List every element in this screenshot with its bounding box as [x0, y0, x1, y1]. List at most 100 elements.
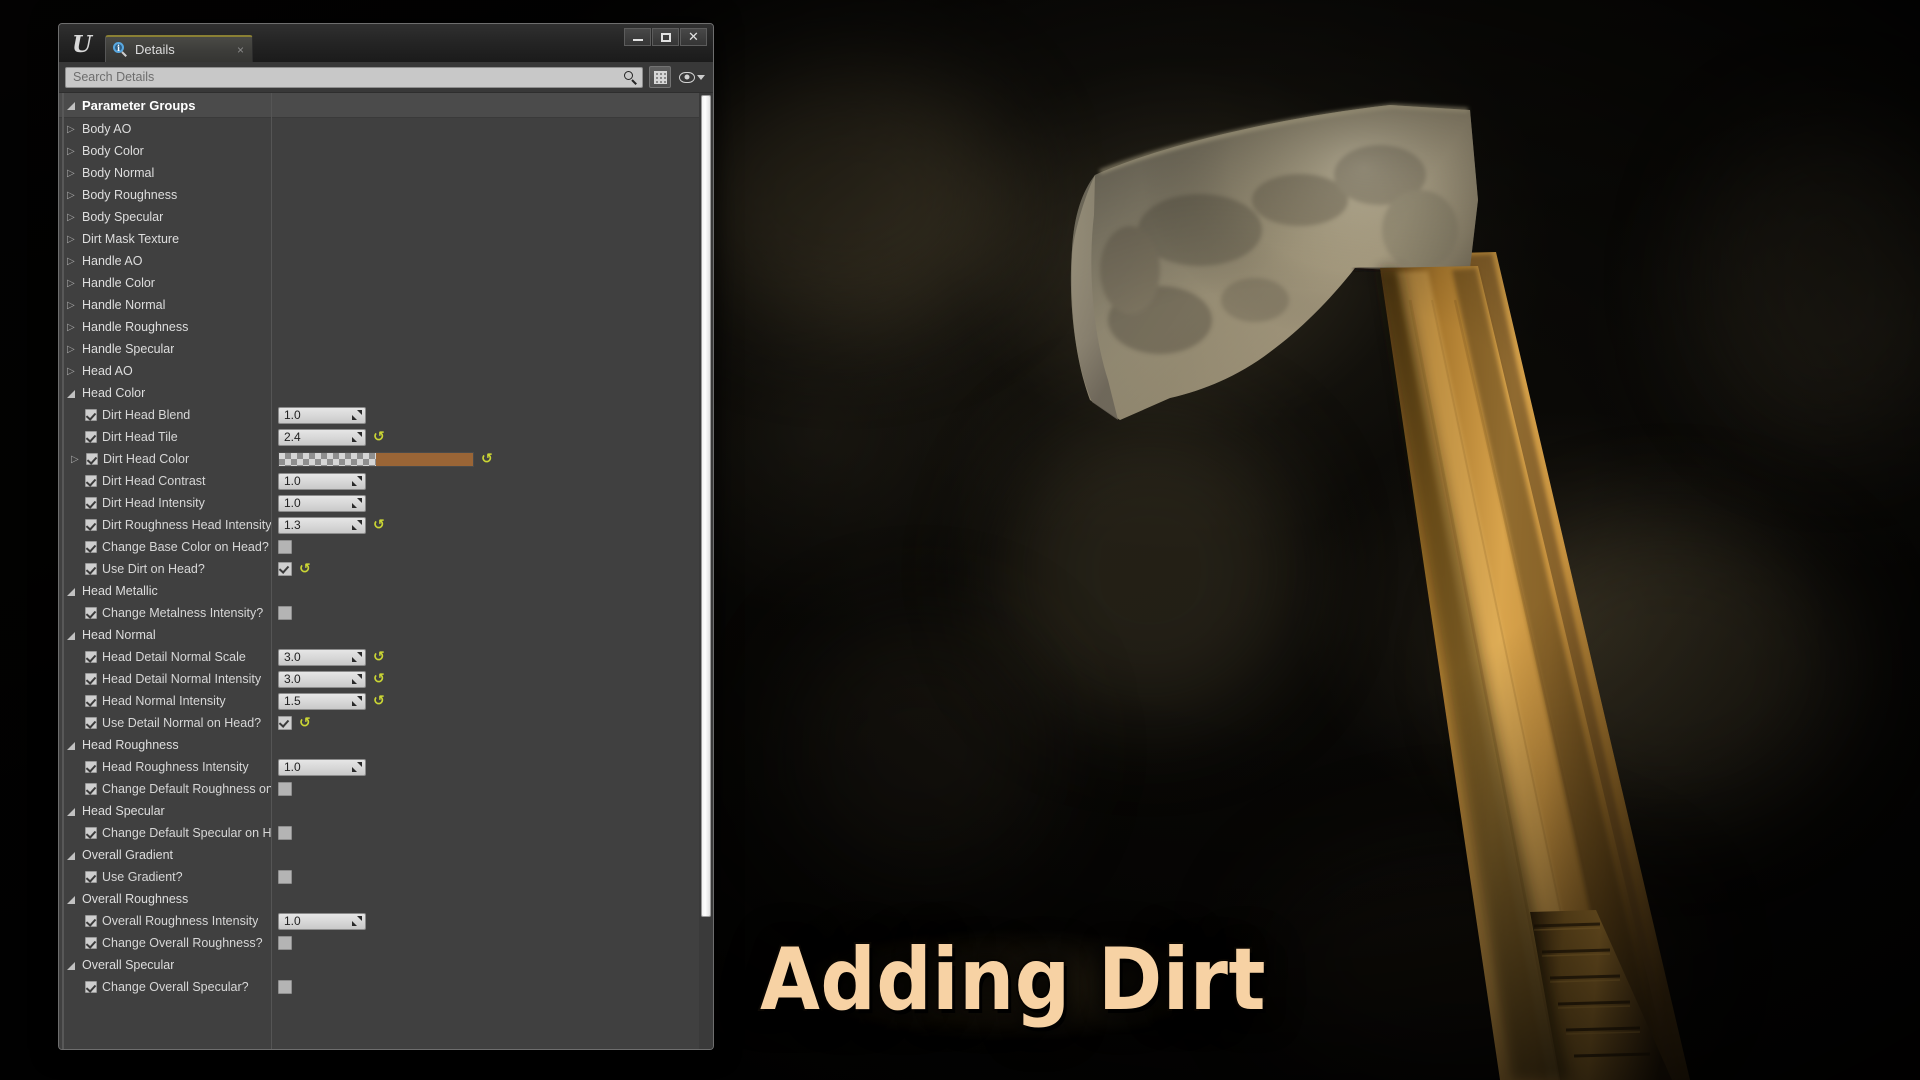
collapse-triangle-icon[interactable]: ▷ [67, 322, 77, 333]
collapse-triangle-icon[interactable]: ▷ [67, 278, 77, 289]
collapse-triangle-icon[interactable]: ▷ [67, 212, 77, 223]
property-row[interactable]: Head Specular [59, 800, 699, 822]
property-row[interactable]: ▷ Handle Color [59, 272, 699, 294]
parameter-enable-checkbox[interactable] [85, 695, 97, 707]
numeric-input[interactable]: 1.0 [278, 494, 366, 512]
close-button[interactable]: ✕ [680, 28, 707, 46]
property-row[interactable]: Overall Roughness [59, 888, 699, 910]
property-row[interactable]: Dirt Head Intensity 1.0 [59, 492, 699, 514]
numeric-input[interactable]: 3.0 [278, 670, 366, 688]
color-swatch[interactable] [278, 451, 474, 467]
property-row[interactable]: Use Detail Normal on Head? ↺ [59, 712, 699, 734]
parameter-value-checkbox[interactable] [278, 782, 292, 796]
property-row[interactable]: Dirt Head Blend 1.0 [59, 404, 699, 426]
property-row[interactable]: ▷ Head AO [59, 360, 699, 382]
property-row[interactable]: Change Overall Roughness? [59, 932, 699, 954]
reset-to-default-icon[interactable]: ↺ [299, 562, 311, 576]
column-settings-button[interactable] [649, 66, 671, 88]
property-row[interactable]: ▷ Handle Normal [59, 294, 699, 316]
collapse-triangle-icon[interactable]: ▷ [67, 234, 77, 245]
reset-to-default-icon[interactable]: ↺ [481, 452, 493, 466]
expand-triangle-icon[interactable] [67, 960, 77, 971]
spinner-drag-icon[interactable] [352, 498, 362, 508]
spinner-drag-icon[interactable] [352, 762, 362, 772]
spinner-drag-icon[interactable] [352, 410, 362, 420]
property-row[interactable]: Head Metallic [59, 580, 699, 602]
property-row[interactable]: Dirt Head Contrast 1.0 [59, 470, 699, 492]
collapse-triangle-icon[interactable]: ▷ [67, 344, 77, 355]
collapse-triangle-icon[interactable]: ▷ [67, 300, 77, 311]
property-row[interactable]: Dirt Roughness Head Intensity 1.3 ↺ [59, 514, 699, 536]
collapse-triangle-icon[interactable]: ▷ [67, 366, 77, 377]
property-row[interactable]: ▷ Body Roughness [59, 184, 699, 206]
spinner-drag-icon[interactable] [352, 652, 362, 662]
parameter-enable-checkbox[interactable] [85, 563, 97, 575]
parameter-enable-checkbox[interactable] [85, 431, 97, 443]
search-input[interactable]: Search Details [65, 66, 643, 88]
collapse-triangle-icon[interactable]: ▷ [67, 256, 77, 267]
reset-to-default-icon[interactable]: ↺ [373, 650, 385, 664]
expand-triangle-icon[interactable] [67, 388, 77, 399]
property-row[interactable]: ▷ Body Normal [59, 162, 699, 184]
property-row[interactable]: Head Normal Intensity 1.5 ↺ [59, 690, 699, 712]
parameter-enable-checkbox[interactable] [85, 475, 97, 487]
property-row[interactable]: Use Gradient? [59, 866, 699, 888]
numeric-input[interactable]: 1.3 [278, 516, 366, 534]
expand-triangle-icon[interactable] [67, 850, 77, 861]
property-row[interactable]: Change Overall Specular? [59, 976, 699, 998]
parameter-enable-checkbox[interactable] [86, 453, 98, 465]
maximize-button[interactable] [652, 28, 679, 46]
property-row[interactable]: ▷ Handle Roughness [59, 316, 699, 338]
parameter-value-checkbox[interactable] [278, 606, 292, 620]
spinner-drag-icon[interactable] [352, 916, 362, 926]
property-row[interactable]: ▷ Body Color [59, 140, 699, 162]
collapse-triangle-icon[interactable]: ▷ [67, 168, 77, 179]
parameter-enable-checkbox[interactable] [85, 937, 97, 949]
numeric-input[interactable]: 2.4 [278, 428, 366, 446]
parameter-enable-checkbox[interactable] [85, 519, 97, 531]
parameter-enable-checkbox[interactable] [85, 541, 97, 553]
parameter-value-checkbox[interactable] [278, 826, 292, 840]
parameter-enable-checkbox[interactable] [85, 607, 97, 619]
parameter-value-checkbox[interactable] [278, 936, 292, 950]
spinner-drag-icon[interactable] [352, 674, 362, 684]
property-row[interactable]: Overall Gradient [59, 844, 699, 866]
reset-to-default-icon[interactable]: ↺ [373, 694, 385, 708]
collapse-triangle-icon[interactable]: ▷ [67, 124, 77, 135]
property-row[interactable]: Dirt Head Tile 2.4 ↺ [59, 426, 699, 448]
view-options-button[interactable] [677, 71, 707, 83]
numeric-input[interactable]: 1.0 [278, 406, 366, 424]
spinner-drag-icon[interactable] [352, 432, 362, 442]
property-row[interactable]: ▷ Body Specular [59, 206, 699, 228]
property-row[interactable]: Head Roughness Intensity 1.0 [59, 756, 699, 778]
parameter-enable-checkbox[interactable] [85, 409, 97, 421]
property-row[interactable]: Change Default Roughness on Head? [59, 778, 699, 800]
parameter-enable-checkbox[interactable] [85, 673, 97, 685]
expand-triangle-icon[interactable] [67, 740, 77, 751]
expand-triangle-icon[interactable] [67, 806, 77, 817]
property-row[interactable]: ▷ Dirt Head Color ↺ [59, 448, 699, 470]
property-row[interactable]: Change Base Color on Head? [59, 536, 699, 558]
collapse-triangle-icon[interactable]: ▷ [67, 190, 77, 201]
minimize-button[interactable] [624, 28, 651, 46]
numeric-input[interactable]: 3.0 [278, 648, 366, 666]
parameter-enable-checkbox[interactable] [85, 761, 97, 773]
parameter-enable-checkbox[interactable] [85, 827, 97, 839]
numeric-input[interactable]: 1.5 [278, 692, 366, 710]
vertical-scrollbar[interactable] [699, 93, 713, 1049]
expand-triangle-icon[interactable] [67, 586, 77, 597]
parameter-enable-checkbox[interactable] [85, 783, 97, 795]
spinner-drag-icon[interactable] [352, 520, 362, 530]
scrollbar-thumb[interactable] [701, 95, 711, 918]
property-row[interactable]: Use Dirt on Head? ↺ [59, 558, 699, 580]
property-row[interactable]: Head Roughness [59, 734, 699, 756]
property-row[interactable]: Overall Roughness Intensity 1.0 [59, 910, 699, 932]
property-row[interactable]: ▷ Dirt Mask Texture [59, 228, 699, 250]
parameter-value-checkbox[interactable] [278, 980, 292, 994]
collapse-triangle-icon[interactable]: ▷ [67, 146, 77, 157]
collapse-triangle-icon[interactable]: ▷ [71, 454, 81, 465]
spinner-drag-icon[interactable] [352, 696, 362, 706]
expand-triangle-icon[interactable] [67, 894, 77, 905]
parameter-enable-checkbox[interactable] [85, 981, 97, 993]
tab-close-icon[interactable]: × [227, 44, 244, 56]
